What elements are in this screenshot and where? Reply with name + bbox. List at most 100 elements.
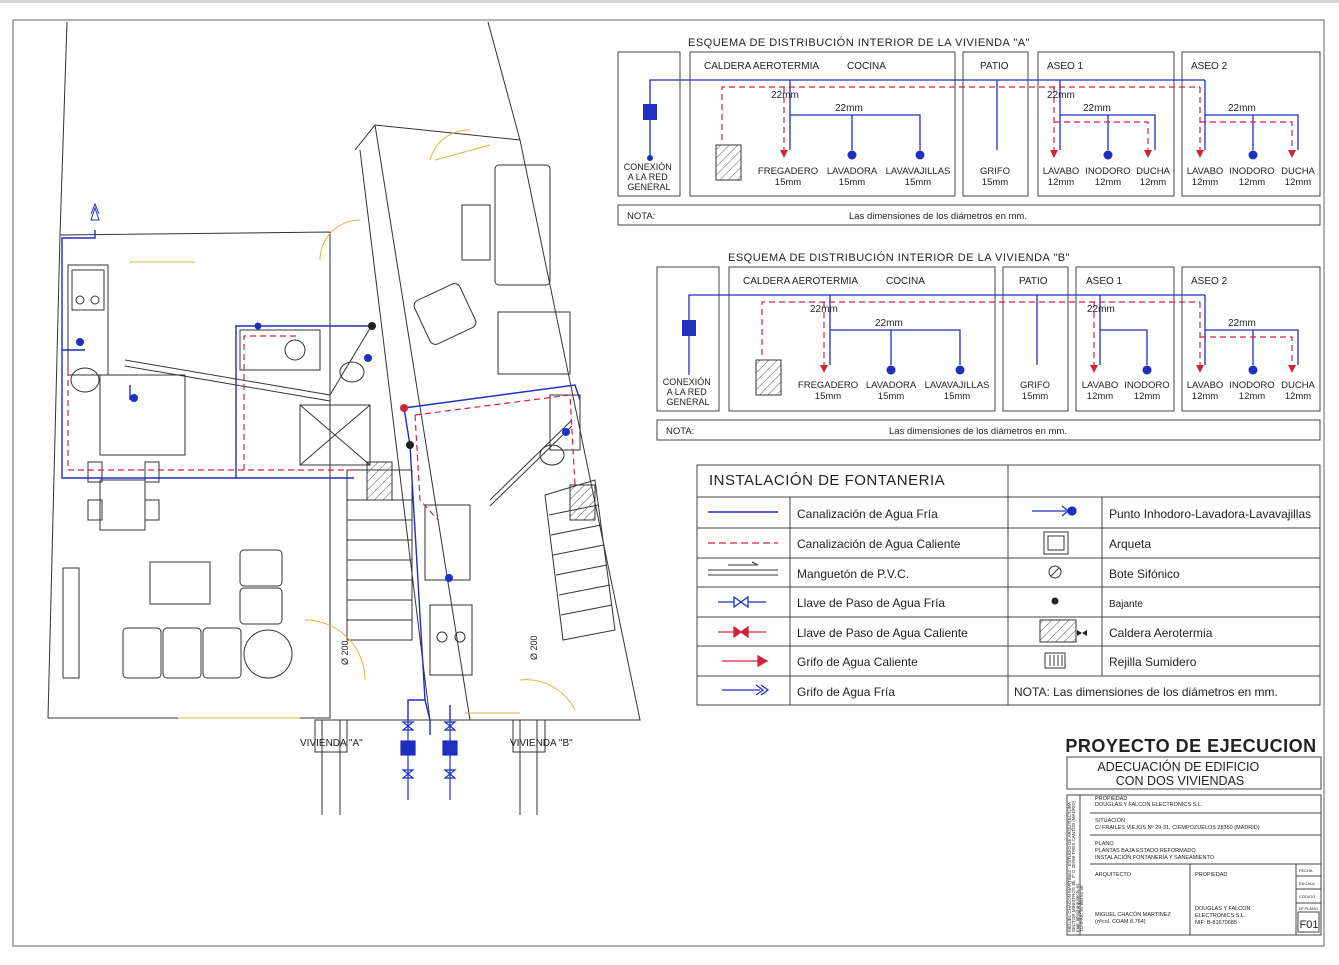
side-text: TLF/FAX: 91 803 61 50 [1079, 885, 1084, 932]
fixture-size: 12mm [1239, 177, 1265, 188]
fixture-name: FREGADERO [798, 380, 858, 391]
kitchen-a-island [99, 374, 186, 456]
fixture-name: DUCHA [1136, 166, 1170, 177]
schema-b-aseo1: ASEO 1 [1086, 276, 1123, 287]
coffee-table-a [149, 561, 211, 605]
fixture-name: LAVABO [1082, 380, 1119, 391]
boiler-a [366, 461, 393, 501]
plano-label: PLANO [1095, 841, 1114, 847]
fixture-name: LAVADORA [827, 166, 878, 177]
schema-a-pipe-label: 22mm [771, 90, 799, 101]
drawing-sheet: VIVIENDA "A" VIVIENDA "B" Ø 200 Ø 200 ES… [0, 0, 1339, 960]
plan-cold-water [61, 230, 581, 735]
kitchen-a-counter [67, 264, 109, 376]
situacion-label: SITUACIÓN [1095, 817, 1125, 824]
arquitecto-coam: (nºcol. COAM 8.764) [1095, 918, 1146, 925]
vivienda-b-label: VIVIENDA "B" [510, 738, 573, 749]
propiedad2-value-1: DOUGLAS Y FALCON [1195, 906, 1250, 912]
plano-value-1: PLANTAS BAJA ESTADO REFORMADO [1095, 848, 1196, 854]
schema-a-patio: PATIO [980, 61, 1009, 72]
siphon-trap-icon [1048, 565, 1062, 579]
schema-b-title: ESQUEMA DE DISTRIBUCIÓN INTERIOR DE LA V… [728, 251, 1070, 264]
schema-a-aseo1: ASEO 1 [1047, 61, 1084, 72]
boiler-b [569, 484, 596, 521]
project-title: PROYECTO DE EJECUCION [1065, 736, 1316, 756]
hob-burner [90, 295, 100, 305]
fixture-size: 15mm [1022, 391, 1048, 402]
kitchen-a-sink [70, 367, 100, 393]
fixture-name: LAVADORA [866, 380, 917, 391]
legend-title: INSTALACIÓN DE FONTANERIA [709, 472, 945, 489]
cold-valve-icon [718, 595, 766, 609]
door-arcs [130, 129, 576, 719]
fixture-size: 12mm [1192, 177, 1218, 188]
plano-number: F01 [1300, 919, 1319, 931]
hob-burner [75, 295, 85, 305]
escala-label: ESCALA [1299, 881, 1315, 886]
fixture-name: LAVAVAJILLAS [886, 166, 951, 177]
site-boundary-right [487, 21, 521, 141]
chair [144, 499, 160, 521]
drain-grate-icon [1044, 652, 1066, 669]
propiedad2-value-2: ELECTRONICS S.L. [1195, 913, 1246, 919]
legend-label: Bajante [1109, 599, 1143, 610]
schema-a-connection: CONEXIÓN A LA RED GENERAL [624, 162, 675, 192]
legend-label: Llave de Paso de Agua Caliente [797, 626, 968, 640]
fixture-size: 15mm [815, 391, 841, 402]
schema-b-caldera: CALDERA AEROTERMIA [743, 276, 858, 287]
fixture-size: 12mm [1095, 177, 1121, 188]
fixture-name: LAVABO [1187, 166, 1224, 177]
schema-a-note: Las dimensiones de los diámetros en mm. [849, 211, 1027, 222]
fixture-name: INODORO [1124, 380, 1169, 391]
fixture-name: GRIFO [1020, 380, 1050, 391]
fixture-size: 12mm [1285, 391, 1311, 402]
coffee-table-b [461, 204, 491, 261]
schema-b-pipe-label: 22mm [1228, 318, 1256, 329]
armchair-b [413, 283, 477, 345]
fixture-name: FREGADERO [758, 166, 818, 177]
arquitecto-name: MIGUEL CHACÓN MARTINEZ [1095, 911, 1171, 918]
plano-no-label: Nº PLANO [1299, 906, 1318, 911]
situacion-value: C/ FRAILES VIEJOS Nº 29-31, CIEMPOZUELOS… [1095, 824, 1260, 831]
legend-label: Punto Inhodoro-Lavadora-Lavavajillas [1109, 507, 1311, 521]
kitchen-b-counter [429, 604, 473, 676]
legend-note: NOTA: Las dimensiones de los diámetros e… [1014, 685, 1278, 699]
fixture-size: 12mm [1285, 177, 1311, 188]
plano-value-2: INSTALACIÓN FONTANERÍA Y SANEAMIENTO [1095, 854, 1215, 861]
schema-b-pipe-label: 22mm [1087, 304, 1115, 315]
schema-a-pipe-label: 22mm [1047, 90, 1075, 101]
party-wall-2 [374, 124, 471, 721]
schema-b-pipe-label: 22mm [875, 318, 903, 329]
legend-label: Manguetón de P.V.C. [797, 567, 909, 581]
legend-label: Canalización de Agua Fría [797, 507, 938, 521]
kitchen-a-hob [71, 269, 105, 311]
manhole-icon [1043, 531, 1069, 555]
schema-b-patio: PATIO [1019, 276, 1048, 287]
schema-b-aseo2: ASEO 2 [1191, 276, 1228, 287]
vivienda-a-label: VIVIENDA "A" [300, 738, 363, 749]
schema-a-pipe-label: 22mm [1083, 103, 1111, 114]
schema-a-note-label: NOTA: [627, 211, 655, 222]
street-connection-valves [400, 720, 458, 800]
fixture-size: 15mm [944, 391, 970, 402]
fixture-size: 15mm [839, 177, 865, 188]
dining-table-b [497, 311, 571, 375]
project-subtitle: ADECUACIÓN DE EDIFICIO [1097, 759, 1259, 774]
legend-label: Llave de Paso de Agua Fría [797, 596, 945, 610]
pipe-diameter-b: Ø 200 [529, 635, 539, 660]
fecha-label: FECHA [1299, 868, 1313, 873]
fixture-size: 15mm [878, 391, 904, 402]
project-subtitle-cont: CON DOS VIVIENDAS [1116, 774, 1245, 788]
cold-tap-icon [722, 684, 770, 696]
fixture-name: INODORO [1229, 380, 1274, 391]
schema-b-connection: CONEXIÓN A LA RED GENERAL [663, 377, 714, 407]
fixture-size: 12mm [1140, 177, 1166, 188]
connection-arrow-icon [90, 202, 100, 221]
schema-a-title: ESQUEMA DE DISTRIBUCIÓN INTERIOR DE LA V… [688, 36, 1030, 49]
fixture-name: INODORO [1085, 166, 1130, 177]
shelf [62, 567, 80, 679]
fixture-size: 12mm [1192, 391, 1218, 402]
fixture-size: 12mm [1134, 391, 1160, 402]
top-edge [0, 0, 1339, 3]
fixture-name: LAVAVAJILLAS [925, 380, 990, 391]
